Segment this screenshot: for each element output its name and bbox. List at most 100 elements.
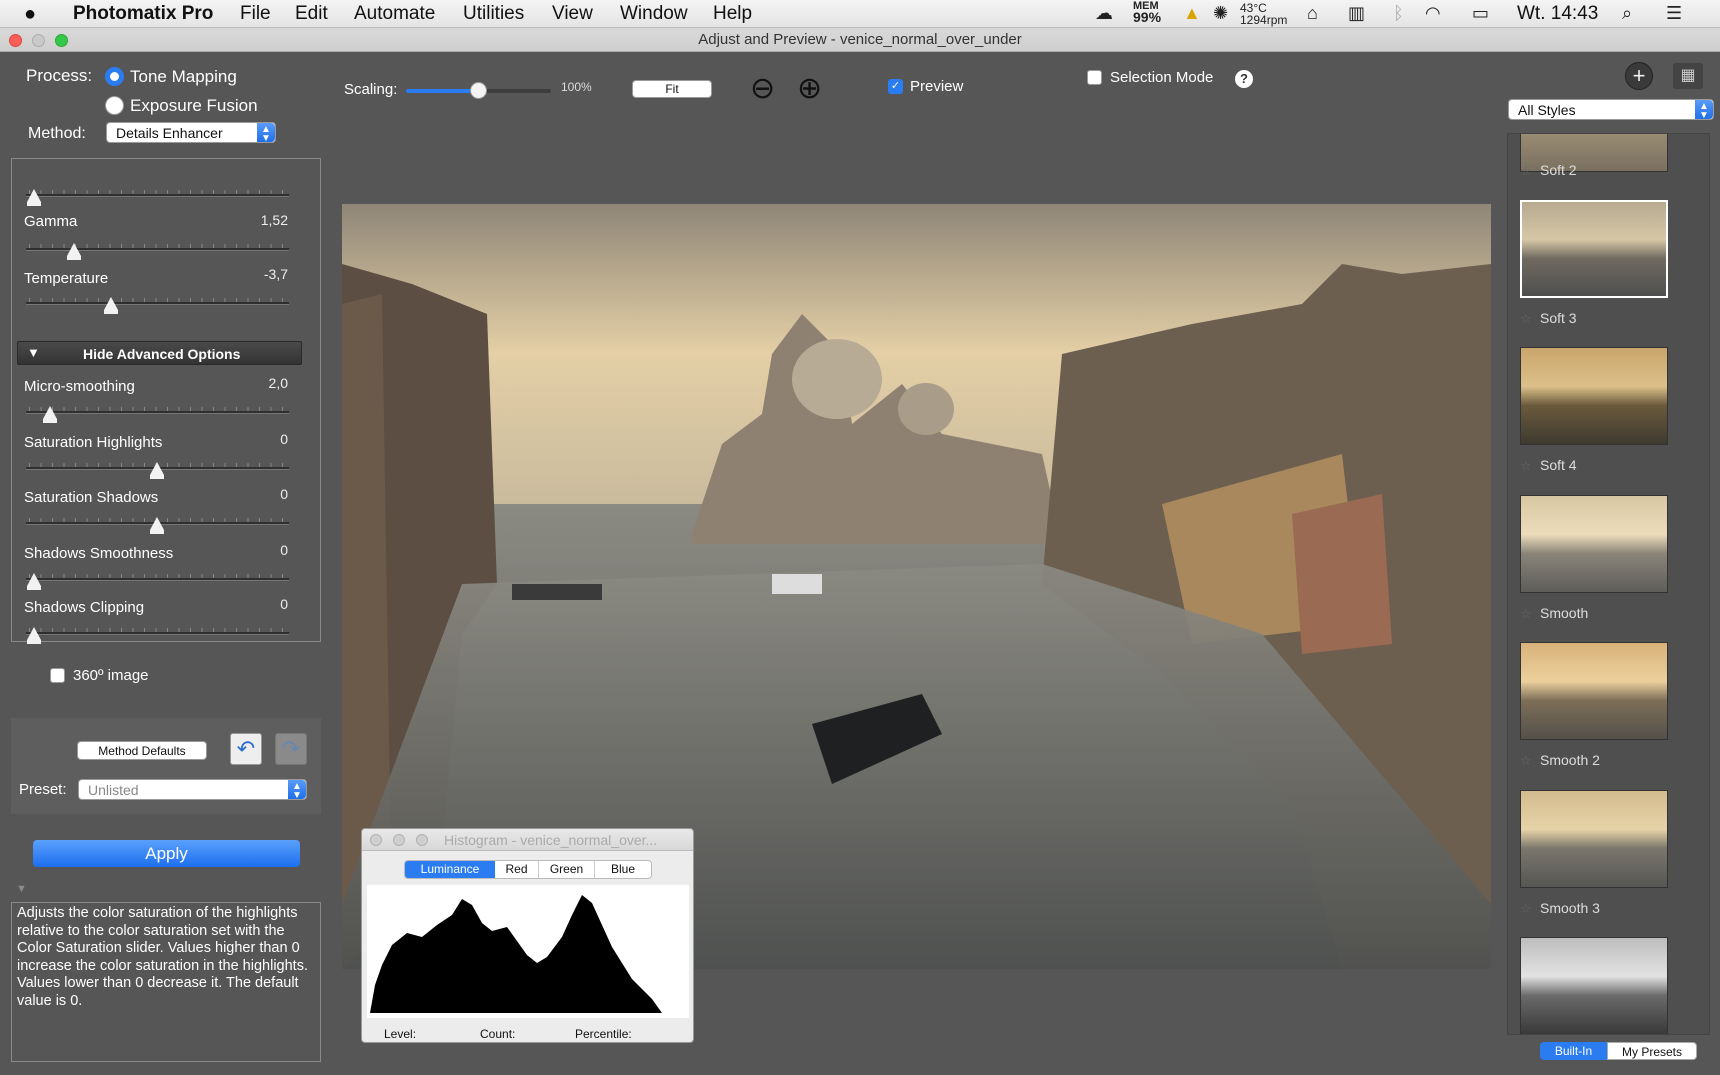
micro-smoothing-slider[interactable] [26, 411, 289, 414]
image360-checkbox[interactable] [50, 668, 65, 683]
apply-button[interactable]: Apply [33, 840, 300, 867]
exposure-fusion-label[interactable]: Exposure Fusion [130, 96, 258, 116]
shadows-clipping-slider[interactable] [26, 632, 289, 635]
zoom-icon[interactable] [55, 34, 68, 47]
window-titlebar: Adjust and Preview - venice_normal_over_… [0, 28, 1720, 52]
gamma-slider-thumb[interactable] [67, 243, 81, 260]
tone-mapping-radio[interactable] [105, 67, 124, 86]
shadows-clipping-slider-thumb[interactable] [27, 627, 41, 644]
strength-slider-thumb[interactable] [27, 189, 41, 206]
apple-icon[interactable]: ● [24, 3, 36, 26]
histogram-plot [367, 885, 689, 1018]
style-thumb-soft4[interactable] [1520, 347, 1668, 445]
style-label-soft2: Soft 2 [1540, 162, 1577, 178]
style-thumb-smooth[interactable] [1520, 495, 1668, 593]
shadows-smoothness-slider-thumb[interactable] [27, 573, 41, 590]
star-icon[interactable]: ☆ [1520, 311, 1532, 327]
minimize-icon[interactable] [393, 834, 405, 846]
menu-automate[interactable]: Automate [354, 3, 435, 25]
method-select[interactable]: Details Enhancer ▲ ▼ [106, 122, 276, 143]
micro-smoothing-value: 2,0 [268, 375, 288, 391]
micro-smoothing-slider-thumb[interactable] [43, 406, 57, 423]
minimize-icon[interactable] [32, 34, 45, 47]
style-thumb-soft3[interactable] [1520, 200, 1668, 298]
close-icon[interactable] [9, 34, 22, 47]
battery-meter-icon[interactable]: ▥ [1348, 3, 1365, 24]
temperature-slider[interactable] [26, 302, 289, 305]
bluetooth-icon[interactable]: ᛒ [1393, 3, 1404, 24]
advanced-options-toggle[interactable]: ▼ Hide Advanced Options [17, 341, 302, 365]
temperature-slider-thumb[interactable] [104, 297, 118, 314]
app-menu[interactable]: Photomatix Pro [73, 3, 213, 25]
saturation-highlights-slider-thumb[interactable] [150, 462, 164, 479]
memory-status[interactable]: MEM 99% [1133, 1, 1161, 25]
disclosure-icon[interactable]: ▼ [16, 883, 27, 895]
menu-window[interactable]: Window [620, 3, 688, 25]
style-label-smooth3: Smooth 3 [1540, 900, 1600, 916]
style-thumb-smooth3[interactable] [1520, 790, 1668, 888]
preset-select[interactable]: Unlisted ▲ ▼ [78, 779, 307, 800]
alert-icon[interactable]: ▲ [1183, 3, 1201, 24]
shadows-smoothness-slider[interactable] [26, 578, 289, 581]
styles-filter-select[interactable]: All Styles ▲ ▼ [1508, 99, 1714, 120]
scaling-slider-thumb[interactable] [470, 82, 487, 99]
selection-mode-label[interactable]: Selection Mode [1110, 69, 1213, 86]
chevron-updown-icon: ▲ ▼ [288, 780, 306, 799]
tab-luminance[interactable]: Luminance [405, 861, 495, 878]
wifi-icon[interactable]: ◠ [1425, 3, 1441, 24]
fit-button[interactable]: Fit [632, 80, 712, 98]
tab-green[interactable]: Green [539, 861, 595, 878]
strength-slider[interactable] [26, 194, 289, 197]
image360-label[interactable]: 360º image [73, 667, 149, 684]
tab-blue[interactable]: Blue [595, 861, 651, 878]
close-icon[interactable] [370, 834, 382, 846]
grid-view-icon[interactable]: ▦ [1673, 63, 1703, 89]
star-icon[interactable]: ☆ [1520, 753, 1532, 769]
menu-file[interactable]: File [240, 3, 271, 25]
preview-checkbox[interactable]: ✓ [888, 79, 903, 94]
built-in-tab[interactable]: Built-In [1540, 1042, 1607, 1060]
histogram-tabs: Luminance Red Green Blue [404, 860, 652, 879]
star-icon[interactable]: ☆ [1520, 901, 1532, 917]
tab-red[interactable]: Red [495, 861, 539, 878]
style-label-smooth: Smooth [1540, 605, 1589, 621]
my-presets-tab[interactable]: My Presets [1607, 1042, 1697, 1060]
battery-icon[interactable]: ▭ [1472, 3, 1489, 24]
temp-status[interactable]: 43°C 1294rpm [1240, 2, 1287, 26]
menu-help[interactable]: Help [713, 3, 752, 25]
gamma-slider[interactable] [26, 248, 289, 251]
zoom-out-icon[interactable]: ⊖ [750, 72, 784, 106]
method-value: Details Enhancer [116, 125, 223, 141]
spotlight-icon[interactable]: ⌕ [1622, 3, 1632, 24]
home-icon[interactable]: ⌂ [1307, 3, 1318, 24]
star-icon[interactable]: ☆ [1520, 606, 1532, 622]
style-thumb-bw[interactable] [1520, 937, 1668, 1034]
shadows-smoothness-label: Shadows Smoothness [24, 545, 174, 562]
creative-cloud-icon[interactable]: ☁ [1095, 3, 1113, 24]
style-thumb-smooth2[interactable] [1520, 642, 1668, 740]
menu-utilities[interactable]: Utilities [463, 3, 524, 25]
preview-label[interactable]: Preview [910, 78, 963, 95]
help-button[interactable]: ? [1235, 70, 1253, 88]
notification-center-icon[interactable]: ☰ [1666, 3, 1682, 24]
selection-mode-checkbox[interactable] [1087, 70, 1102, 85]
zoom-in-icon[interactable]: ⊕ [797, 72, 831, 106]
add-style-icon[interactable]: + [1625, 62, 1653, 90]
redo-icon[interactable]: ↷ [275, 733, 307, 765]
gamma-label: Gamma [24, 213, 78, 230]
menu-edit[interactable]: Edit [295, 3, 328, 25]
exposure-fusion-radio[interactable] [105, 96, 124, 115]
fan-icon[interactable]: ✺ [1213, 3, 1228, 24]
saturation-shadows-slider-thumb[interactable] [150, 517, 164, 534]
level-label: Level: [384, 1027, 417, 1041]
clock[interactable]: Wt. 14:43 [1517, 3, 1598, 25]
triangle-down-icon: ▼ [27, 345, 40, 360]
method-defaults-button[interactable]: Method Defaults [77, 741, 207, 760]
styles-filter-value: All Styles [1518, 102, 1576, 118]
star-icon[interactable]: ☆ [1520, 163, 1532, 179]
undo-icon[interactable]: ↶ [230, 733, 262, 765]
menu-view[interactable]: View [552, 3, 593, 25]
zoom-icon[interactable] [416, 834, 428, 846]
tone-mapping-label[interactable]: Tone Mapping [130, 67, 237, 87]
star-icon[interactable]: ☆ [1520, 458, 1532, 474]
